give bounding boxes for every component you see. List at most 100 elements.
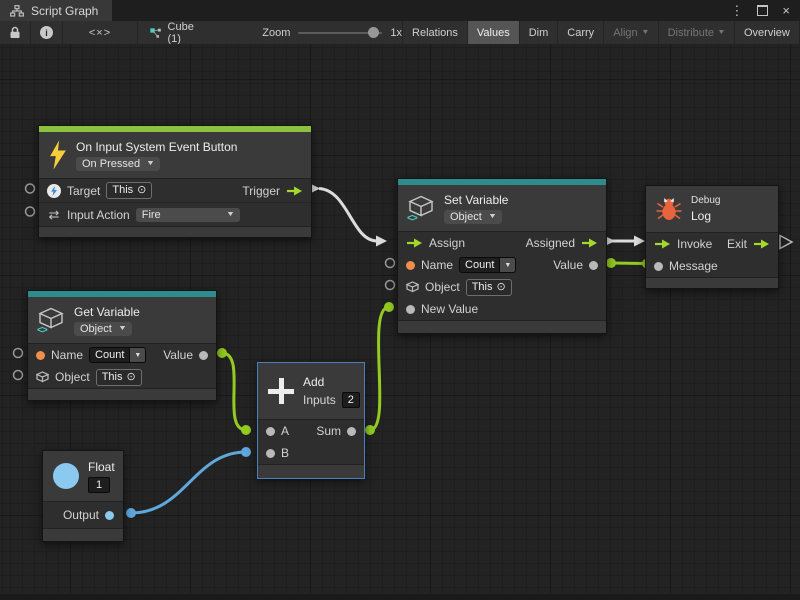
b-port[interactable] bbox=[266, 449, 275, 458]
float-value-field[interactable]: 1 bbox=[88, 477, 110, 493]
node-float[interactable]: Float 1 Output bbox=[42, 450, 124, 542]
graph-context-icon bbox=[150, 26, 162, 40]
chevron-down-icon: ▼ bbox=[641, 29, 649, 36]
invoke-port-label: Invoke bbox=[677, 237, 712, 251]
code-glyph-icon: <> bbox=[407, 213, 417, 224]
node-on-input-system-event-button[interactable]: On Input System Event Button On Pressed … bbox=[38, 125, 312, 238]
tab-script-graph[interactable]: Script Graph bbox=[0, 0, 112, 21]
value-port[interactable] bbox=[199, 351, 208, 360]
name-port[interactable] bbox=[36, 351, 45, 360]
target-object-picker[interactable]: This ⊙ bbox=[106, 182, 152, 199]
lightning-bolt-icon bbox=[49, 140, 67, 170]
node-footer bbox=[398, 320, 606, 333]
node-debug-log[interactable]: Debug Log Invoke Exit Message bbox=[645, 185, 779, 289]
dim-button[interactable]: Dim bbox=[519, 21, 558, 44]
inputs-label: Inputs bbox=[303, 393, 336, 407]
wire-getvalue-to-addA[interactable] bbox=[217, 348, 251, 435]
node-add[interactable]: Add Inputs 2 A Sum B bbox=[257, 362, 365, 479]
align-button[interactable]: Align▼ bbox=[603, 21, 657, 44]
value-port[interactable] bbox=[589, 261, 598, 270]
wire-float-to-addB[interactable] bbox=[126, 447, 251, 518]
float-value-icon bbox=[53, 463, 79, 489]
input-action-dropdown[interactable]: Fire ▼ bbox=[136, 208, 240, 222]
zoom-slider[interactable] bbox=[298, 32, 382, 34]
window-tab-bar: Script Graph ⋮ × bbox=[0, 0, 800, 21]
name-port[interactable] bbox=[406, 261, 415, 270]
values-button[interactable]: Values bbox=[467, 21, 519, 44]
window-maximize-icon[interactable] bbox=[757, 5, 768, 16]
output-port-label: Output bbox=[63, 508, 99, 522]
node-footer bbox=[39, 226, 311, 237]
graph-context[interactable]: Cube (1) bbox=[150, 21, 198, 44]
graph-icon bbox=[10, 5, 24, 17]
new-value-port[interactable] bbox=[406, 305, 415, 314]
wire-sum-to-newvalue[interactable] bbox=[365, 302, 394, 435]
overview-button[interactable]: Overview bbox=[734, 21, 799, 44]
a-port-label: A bbox=[281, 424, 289, 438]
inputs-count-field[interactable]: 2 bbox=[342, 392, 360, 408]
object-picker[interactable]: This ⊙ bbox=[466, 279, 512, 296]
variable-scope-dropdown[interactable]: Object ▼ bbox=[444, 210, 502, 224]
event-mode-dropdown[interactable]: On Pressed ▼ bbox=[76, 157, 160, 171]
zoom-slider-handle[interactable] bbox=[368, 27, 379, 38]
node-footer bbox=[258, 464, 364, 478]
lock-button[interactable] bbox=[0, 21, 31, 44]
message-port[interactable] bbox=[654, 262, 663, 271]
message-port-label: Message bbox=[669, 259, 718, 273]
node-title: Add bbox=[303, 375, 360, 389]
variable-name-dropdown[interactable]: Count ▼ bbox=[89, 347, 146, 363]
assign-port-label: Assign bbox=[429, 236, 465, 250]
code-glyph-icon: <> bbox=[37, 325, 47, 336]
node-kicker: Debug bbox=[691, 195, 720, 206]
node-set-variable[interactable]: <> Set Variable Object ▼ Assign Assigned bbox=[397, 178, 607, 334]
wire-trigger-to-assign[interactable] bbox=[309, 183, 387, 247]
window-menu-icon[interactable]: ⋮ bbox=[730, 4, 743, 17]
invoke-flow-arrow-icon[interactable] bbox=[654, 239, 671, 249]
input-action-port-label: Input Action bbox=[67, 208, 130, 222]
code-view-button[interactable]: <×> bbox=[63, 21, 138, 44]
object-picker[interactable]: This ⊙ bbox=[96, 369, 142, 386]
chevron-down-icon: ▼ bbox=[118, 325, 127, 332]
exit-flow-arrow-icon[interactable] bbox=[753, 239, 770, 249]
exit-port-triangle[interactable] bbox=[780, 236, 792, 249]
relations-button[interactable]: Relations bbox=[402, 21, 467, 44]
variable-name-dropdown[interactable]: Count ▼ bbox=[459, 257, 516, 273]
window-close-icon[interactable]: × bbox=[782, 4, 790, 17]
graph-toolbar: i <×> Cube (1) Zoom 1x Relations Values … bbox=[0, 21, 800, 45]
assign-flow-arrow-icon[interactable] bbox=[406, 238, 423, 248]
graph-canvas[interactable]: On Input System Event Button On Pressed … bbox=[0, 44, 800, 600]
output-port[interactable] bbox=[105, 511, 114, 520]
object-picker-icon: ⊙ bbox=[496, 280, 505, 295]
gameobject-icon bbox=[47, 184, 61, 198]
chevron-down-icon: ▼ bbox=[500, 257, 516, 273]
trigger-flow-arrow-icon[interactable] bbox=[286, 186, 303, 196]
assigned-flow-arrow-icon[interactable] bbox=[581, 238, 598, 248]
sum-port[interactable] bbox=[347, 427, 356, 436]
variable-scope-dropdown[interactable]: Object ▼ bbox=[74, 322, 132, 336]
lock-icon bbox=[9, 26, 21, 39]
chevron-down-icon: ▼ bbox=[226, 211, 235, 218]
graph-context-label: Cube (1) bbox=[168, 21, 199, 45]
object-port-label: Object bbox=[425, 280, 460, 294]
new-value-port-label: New Value bbox=[421, 302, 478, 316]
name-port-label: Name bbox=[421, 258, 453, 272]
node-title: Get Variable bbox=[74, 305, 140, 319]
chevron-down-icon: ▼ bbox=[717, 29, 725, 36]
sum-port-label: Sum bbox=[316, 424, 341, 438]
object-cube-icon bbox=[36, 371, 49, 383]
zoom-label: Zoom bbox=[262, 27, 290, 39]
info-button[interactable]: i bbox=[31, 21, 63, 44]
carry-button[interactable]: Carry bbox=[557, 21, 603, 44]
object-port-label: Object bbox=[55, 370, 90, 384]
value-port-label: Value bbox=[163, 348, 193, 362]
distribute-button[interactable]: Distribute▼ bbox=[658, 21, 734, 44]
node-title: Log bbox=[691, 209, 720, 223]
wire-assigned-to-invoke[interactable] bbox=[604, 236, 645, 247]
name-port-label: Name bbox=[51, 348, 83, 362]
b-port-label: B bbox=[281, 446, 289, 460]
a-port[interactable] bbox=[266, 427, 275, 436]
chevron-down-icon: ▼ bbox=[130, 347, 146, 363]
node-get-variable[interactable]: <> Get Variable Object ▼ Name Count ▼ Va… bbox=[27, 290, 217, 401]
plus-icon bbox=[268, 378, 294, 404]
trigger-port-label: Trigger bbox=[242, 184, 280, 198]
